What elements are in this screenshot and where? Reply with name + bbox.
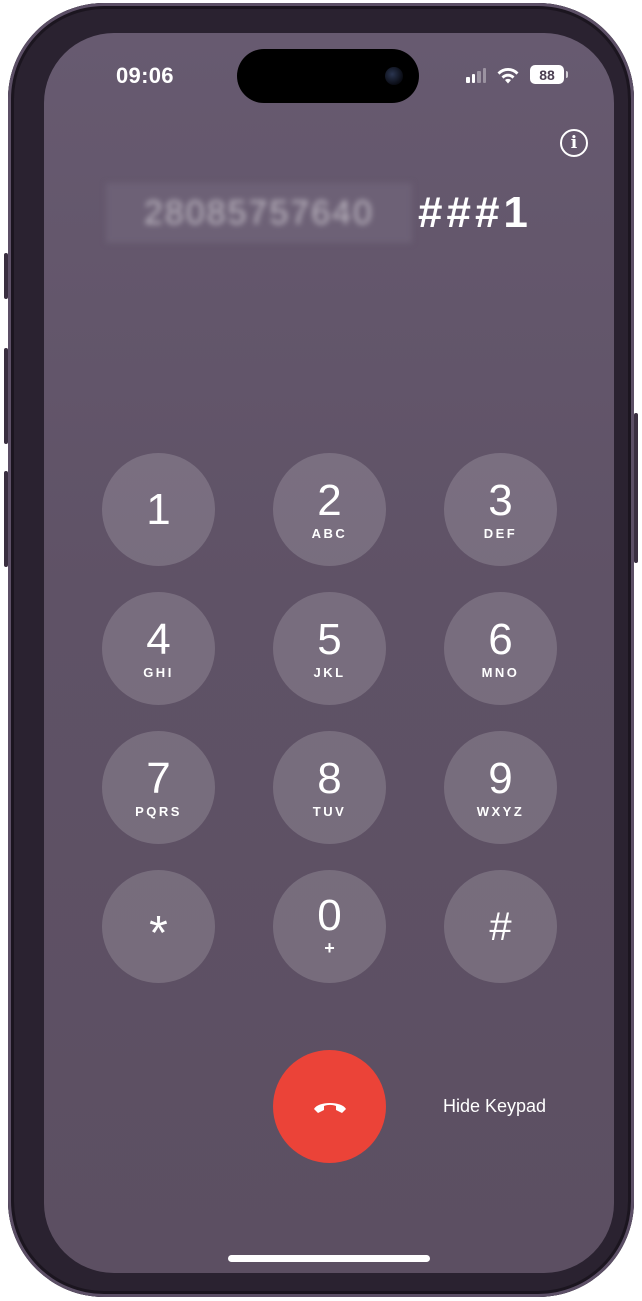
key-hash[interactable]: # xyxy=(444,870,557,983)
key-digit: 0 xyxy=(317,891,342,940)
key-6[interactable]: 6 MNO xyxy=(444,592,557,705)
key-5[interactable]: 5 JKL xyxy=(273,592,386,705)
key-letters: GHI xyxy=(143,664,174,680)
key-0[interactable]: 0 + xyxy=(273,870,386,983)
wifi-icon xyxy=(497,67,519,83)
key-digit: 5 xyxy=(317,614,342,664)
power-button xyxy=(634,413,638,563)
key-digit: * xyxy=(149,906,168,960)
phone-frame: 09:06 88 i 28085757640 ###1 1 2 ABC 3 DE… xyxy=(4,3,638,1297)
key-digit: 3 xyxy=(488,475,513,525)
cellular-signal-icon xyxy=(466,67,486,83)
key-letters: DEF xyxy=(483,525,518,541)
dialed-digits: ###1 xyxy=(418,188,532,237)
key-letters: ABC xyxy=(311,525,348,541)
key-digit: 1 xyxy=(146,484,171,534)
key-letters: JKL xyxy=(313,664,346,680)
end-call-button[interactable] xyxy=(273,1050,386,1163)
status-time: 09:06 xyxy=(116,63,174,88)
key-7[interactable]: 7 PQRS xyxy=(102,731,215,844)
key-letters: TUV xyxy=(312,803,347,819)
dialed-number: 28085757640 ###1 xyxy=(106,183,532,243)
key-letters: WXYZ xyxy=(476,803,525,819)
key-1[interactable]: 1 xyxy=(102,453,215,566)
key-digit: 9 xyxy=(488,753,513,803)
key-letters: PQRS xyxy=(135,803,182,819)
key-digit: # xyxy=(489,904,512,949)
key-digit: 7 xyxy=(146,753,171,803)
key-digit: 4 xyxy=(146,614,171,664)
key-2[interactable]: 2 ABC xyxy=(273,453,386,566)
key-star[interactable]: * xyxy=(102,870,215,983)
blurred-phone-number: 28085757640 xyxy=(106,183,412,243)
key-4[interactable]: 4 GHI xyxy=(102,592,215,705)
key-9[interactable]: 9 WXYZ xyxy=(444,731,557,844)
hide-keypad-button[interactable]: Hide Keypad xyxy=(443,1096,546,1117)
action-button xyxy=(4,253,8,299)
call-screen: 09:06 88 i 28085757640 ###1 1 2 ABC 3 DE… xyxy=(44,33,614,1273)
volume-up-button xyxy=(4,348,8,444)
info-icon[interactable]: i xyxy=(560,129,588,157)
front-camera xyxy=(385,67,403,85)
key-letters: + xyxy=(324,938,335,958)
key-8[interactable]: 8 TUV xyxy=(273,731,386,844)
key-digit: 6 xyxy=(488,614,513,664)
battery-icon: 88 xyxy=(530,65,568,84)
key-digit: 2 xyxy=(317,475,342,525)
dynamic-island xyxy=(237,49,419,103)
end-call-icon xyxy=(313,1102,346,1113)
status-icons: 88 xyxy=(466,65,568,84)
key-letters: MNO xyxy=(481,664,520,680)
key-3[interactable]: 3 DEF xyxy=(444,453,557,566)
key-digit: 8 xyxy=(317,753,342,803)
home-indicator[interactable] xyxy=(228,1255,430,1262)
volume-down-button xyxy=(4,471,8,567)
